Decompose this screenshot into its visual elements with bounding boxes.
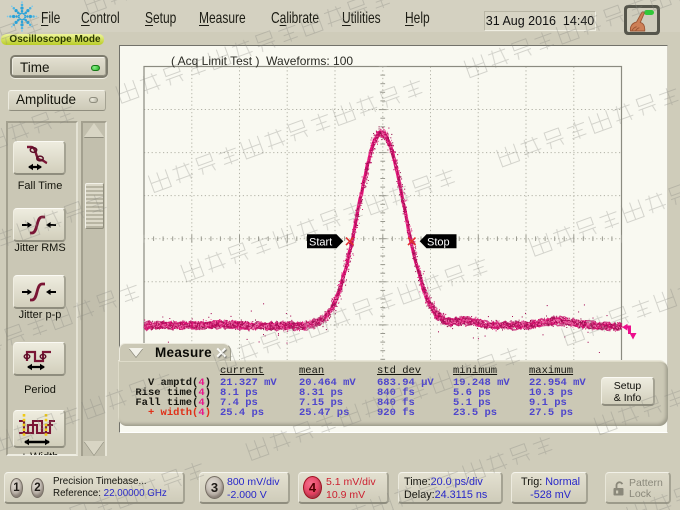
svg-text:Start: Start (309, 237, 332, 249)
svg-text:Stop: Stop (427, 237, 450, 249)
